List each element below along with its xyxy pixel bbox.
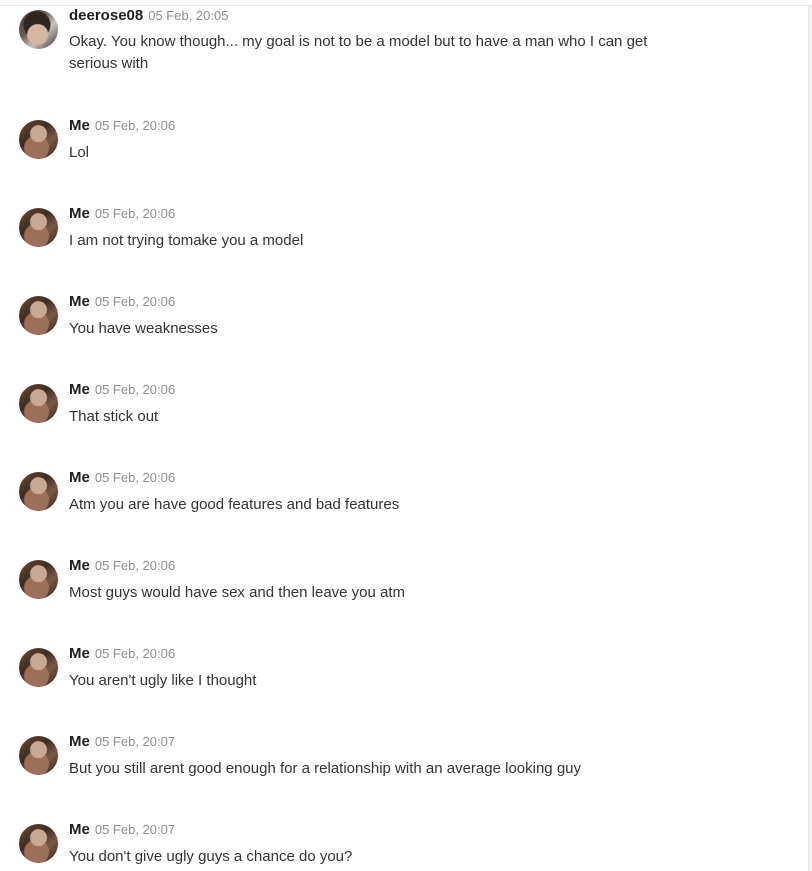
message-time: 05 Feb, 20:06 [94,470,176,485]
message-item: Me 05 Feb, 20:07 But you still arent good… [0,732,780,780]
other-user-avatar[interactable] [19,10,58,49]
my-avatar[interactable] [19,824,58,863]
message-header: Me 05 Feb, 20:06 [69,116,175,136]
message-time: 05 Feb, 20:06 [94,118,176,133]
message-header: deerose08 05 Feb, 20:05 [69,6,228,26]
sender-name[interactable]: Me [69,205,90,222]
message-item: Me 05 Feb, 20:06 Atm you are have good fe… [0,468,780,516]
my-avatar[interactable] [19,120,58,159]
my-avatar[interactable] [19,648,58,687]
message-list[interactable]: deerose08 05 Feb, 20:05 Okay. You know th… [0,0,806,871]
message-header: Me 05 Feb, 20:06 [69,292,175,312]
message-text: Most guys would have sex and then leave … [69,584,406,601]
my-avatar[interactable] [19,560,58,599]
message-time: 05 Feb, 20:06 [94,294,176,309]
message-header: Me 05 Feb, 20:07 [69,732,175,752]
message-text: Okay. You know though... my goal is not … [69,33,648,72]
message-item: Me 05 Feb, 20:06 You aren't ugly like I t… [0,644,780,692]
message-text: Atm you are have good features and bad f… [69,496,400,513]
sender-name[interactable]: Me [69,293,90,310]
my-avatar[interactable] [19,472,58,511]
message-item: Me 05 Feb, 20:06 Lol [0,116,780,164]
sender-name[interactable]: Me [69,733,90,750]
message-text: I am not trying tomake you a model [69,232,304,249]
message-text: Lol [69,144,90,161]
message-header: Me 05 Feb, 20:06 [69,380,175,400]
message-time: 05 Feb, 20:06 [94,646,176,661]
message-item: Me 05 Feb, 20:07 You don't give ugly guys… [0,820,780,868]
message-item: Me 05 Feb, 20:06 Most guys would have sex… [0,556,780,604]
message-time: 05 Feb, 20:07 [94,822,176,837]
message-header: Me 05 Feb, 20:07 [69,820,175,840]
sender-name[interactable]: Me [69,381,90,398]
message-time: 05 Feb, 20:05 [148,8,229,23]
message-header: Me 05 Feb, 20:06 [69,556,175,576]
message-header: Me 05 Feb, 20:06 [69,204,175,224]
my-avatar[interactable] [19,384,58,423]
message-text: But you still arent good enough for a re… [69,760,581,777]
message-item: Me 05 Feb, 20:06 You have weaknesses [0,292,780,340]
message-time: 05 Feb, 20:06 [94,382,176,397]
my-avatar[interactable] [19,296,58,335]
sender-name[interactable]: Me [69,469,90,486]
message-item: deerose08 05 Feb, 20:05 Okay. You know th… [0,6,780,84]
message-time: 05 Feb, 20:06 [94,206,176,221]
sender-name[interactable]: deerose08 [69,7,143,24]
message-header: Me 05 Feb, 20:06 [69,644,175,664]
message-header: Me 05 Feb, 20:06 [69,468,175,488]
sender-name[interactable]: Me [69,117,90,134]
sender-name[interactable]: Me [69,645,90,662]
my-avatar[interactable] [19,208,58,247]
message-time: 05 Feb, 20:06 [94,558,176,573]
message-text: You aren't ugly like I thought [69,672,257,689]
message-text: You have weaknesses [69,320,218,337]
my-avatar[interactable] [19,736,58,775]
scrollbar-track[interactable] [808,6,812,871]
message-text: You don't give ugly guys a chance do you… [69,848,353,865]
message-item: Me 05 Feb, 20:06 I am not trying tomake y… [0,204,780,252]
message-text: That stick out [69,408,159,425]
message-item: Me 05 Feb, 20:06 That stick out [0,380,780,428]
message-time: 05 Feb, 20:07 [94,734,176,749]
sender-name[interactable]: Me [69,821,90,838]
sender-name[interactable]: Me [69,557,90,574]
